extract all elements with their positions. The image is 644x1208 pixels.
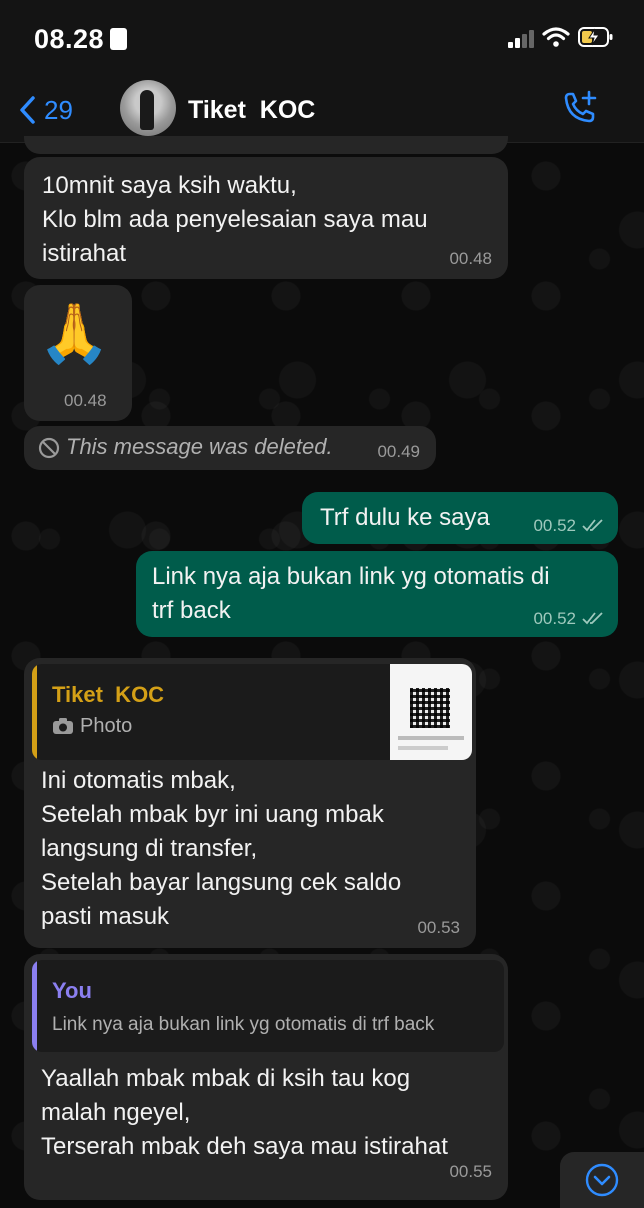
back-button[interactable]: 29 [18, 90, 73, 130]
qr-code-image [410, 688, 450, 728]
incoming-reply-message[interactable]: You Link nya aja bukan link yg otomatis … [24, 954, 508, 1200]
prohibited-icon [38, 437, 60, 459]
reply-accent-bar [32, 960, 37, 1052]
add-call-icon[interactable] [560, 88, 600, 128]
incoming-reply-message[interactable]: Tiket KOC Photo Ini otomatis mbak, Setel… [24, 658, 476, 948]
deleted-message-text: This message was deleted. [66, 434, 333, 459]
message-text: Trf dulu ke saya [320, 504, 490, 531]
cellular-signal-icon [508, 30, 538, 48]
read-receipt-icon [582, 519, 603, 532]
message-time: 00.49 [377, 442, 420, 461]
message-time: 00.48 [64, 391, 107, 410]
camera-icon [53, 718, 73, 734]
contact-avatar[interactable] [120, 80, 176, 136]
message-text: Yaallah mbak mbak di ksih tau kog malah … [41, 1065, 448, 1160]
chat-header: 29 [0, 80, 644, 143]
status-bar: 08.28 [0, 0, 644, 80]
incoming-message[interactable]: 10mnit saya ksih waktu, Klo blm ada peny… [24, 157, 508, 279]
incoming-emoji-message[interactable]: 🙏 00.48 [24, 285, 132, 421]
message-time: 00.53 [417, 918, 460, 937]
status-time: 08.28 [34, 24, 105, 54]
reply-accent-bar [32, 664, 37, 760]
chevron-left-icon [20, 96, 35, 124]
battery-charging-icon [578, 27, 613, 47]
quoted-text-reply[interactable]: You Link nya aja bukan link yg otomatis … [32, 960, 504, 1052]
previous-message-bubble [24, 136, 508, 154]
read-receipt-icon [582, 612, 603, 625]
photo-thumbnail[interactable] [390, 664, 472, 760]
unread-count: 29 [44, 94, 73, 125]
focus-mode-icon [110, 28, 127, 50]
message-time: 00.52 [533, 609, 576, 628]
message-time: 00.55 [449, 1162, 492, 1181]
folded-hands-emoji: 🙏 [38, 301, 111, 366]
reply-sender-name: Tiket KOC [52, 682, 165, 707]
outgoing-message[interactable]: Link nya aja bukan link yg otomatis di t… [136, 551, 618, 637]
quoted-photo-reply[interactable]: Tiket KOC Photo [32, 664, 472, 760]
reply-preview-label: Photo [80, 715, 133, 737]
outgoing-message[interactable]: Trf dulu ke saya 00.52 [302, 492, 618, 544]
reply-preview-text: Link nya aja bukan link yg otomatis di t… [52, 1014, 435, 1035]
message-time: 00.48 [449, 249, 492, 268]
message-text: 10mnit saya ksih waktu, Klo blm ada peny… [42, 172, 428, 267]
wifi-icon [542, 27, 570, 47]
reply-sender-name: You [52, 978, 92, 1003]
chevron-down-icon [585, 1163, 619, 1197]
contact-name[interactable]: Tiket KOC [188, 96, 315, 125]
deleted-message[interactable]: This message was deleted. 00.49 [24, 426, 436, 470]
message-text: Ini otomatis mbak, Setelah mbak byr ini … [41, 767, 402, 930]
message-text: Link nya aja bukan link yg otomatis di t… [152, 563, 550, 624]
message-time: 00.52 [533, 516, 576, 535]
